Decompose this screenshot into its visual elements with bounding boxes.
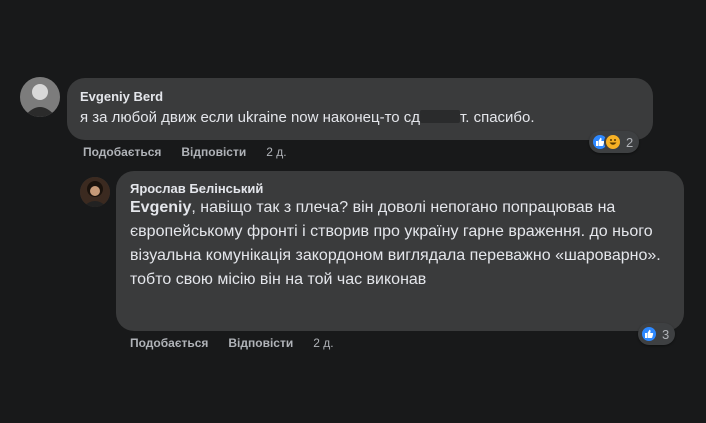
mention-link[interactable]: Evgeniy: [130, 199, 191, 216]
haha-icon: [604, 133, 622, 151]
avatar-evgeniy-berd[interactable]: [20, 77, 60, 117]
comment-text: Evgeniy, навіщо так з плеча? він доволі …: [130, 199, 661, 288]
comment-actions: Подобається Відповісти 2 д.: [130, 336, 334, 350]
like-button[interactable]: Подобається: [83, 145, 161, 159]
comment-timestamp[interactable]: 2 д.: [266, 145, 286, 159]
comment-author[interactable]: Ярослав Белінський: [130, 181, 670, 196]
reaction-count: 3: [662, 326, 670, 342]
reply-button[interactable]: Відповісти: [181, 145, 246, 159]
like-button[interactable]: Подобається: [130, 336, 208, 350]
reaction-count: 2: [626, 134, 634, 150]
comment-bubble-evgeniy: Evgeniy Berd я за любой движ если ukrain…: [67, 78, 653, 140]
like-icon: [640, 325, 658, 343]
reply-button[interactable]: Відповісти: [228, 336, 293, 350]
comment-timestamp[interactable]: 2 д.: [313, 336, 333, 350]
comment-text: я за любой движ если ukraine now наконец…: [80, 109, 535, 126]
comment-actions: Подобається Відповісти 2 д.: [83, 145, 287, 159]
reaction-summary[interactable]: 3: [638, 323, 676, 345]
redacted-text: [420, 110, 461, 123]
comment-author[interactable]: Evgeniy Berd: [80, 89, 640, 104]
reaction-summary[interactable]: 2: [589, 131, 640, 153]
comment-bubble-yaroslav: Ярослав Белінський Evgeniy, навіщо так з…: [116, 171, 684, 331]
avatar-yaroslav-belinsky[interactable]: [80, 177, 110, 207]
